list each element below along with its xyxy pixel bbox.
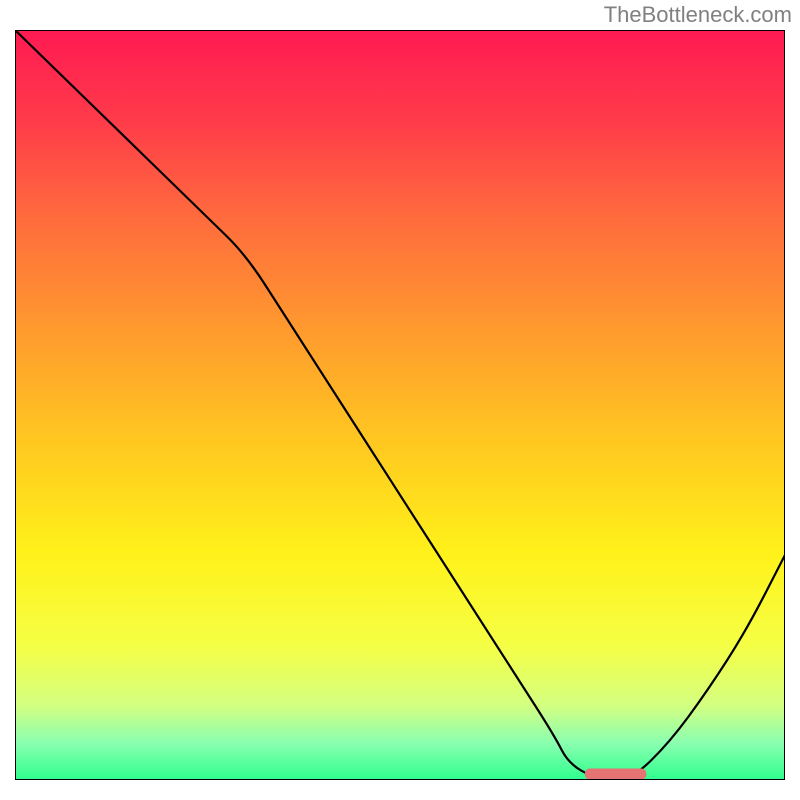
chart-svg	[15, 30, 785, 780]
chart-container: TheBottleneck.com	[0, 0, 800, 800]
plot-area	[15, 30, 785, 780]
optimal-marker	[585, 769, 647, 780]
watermark-text: TheBottleneck.com	[604, 2, 792, 28]
